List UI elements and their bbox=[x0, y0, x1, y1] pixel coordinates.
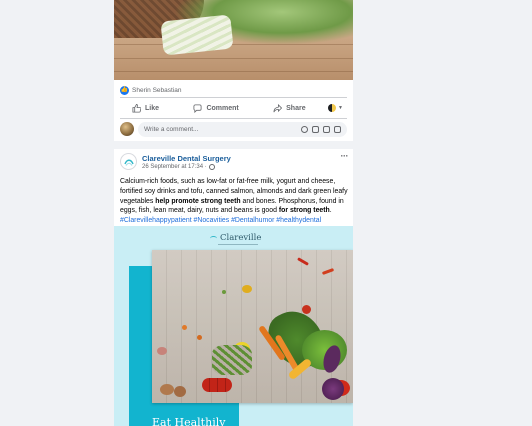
post-text-bold: help promote strong teeth bbox=[155, 197, 241, 205]
onion-veg bbox=[157, 347, 167, 355]
more-options-button[interactable]: ··· bbox=[341, 151, 349, 161]
post-photo[interactable] bbox=[114, 0, 353, 80]
feed-post-1: 👍 Sherin Sebastian Like Comment Share ▼ … bbox=[114, 0, 353, 141]
comment-label: Comment bbox=[206, 104, 239, 112]
promo-headline: Eat Healthily bbox=[152, 416, 226, 426]
hashtags[interactable]: #Clarevillehappypatient #Nocavities #Den… bbox=[120, 217, 321, 224]
pea-veg bbox=[222, 290, 226, 294]
like-label: Like bbox=[145, 104, 160, 112]
clareville-logo-icon bbox=[123, 159, 134, 166]
like-button[interactable]: Like bbox=[120, 103, 171, 113]
logo-tagline-line bbox=[218, 244, 258, 245]
comment-button[interactable]: Comment bbox=[181, 103, 250, 113]
comment-tools bbox=[301, 125, 341, 133]
reactor-name: Sherin Sebastian bbox=[132, 86, 182, 94]
emoji-icon[interactable] bbox=[301, 125, 308, 133]
post-text-bold: for strong teeth bbox=[278, 207, 330, 215]
potato-veg bbox=[174, 386, 186, 397]
feed-post-2: Clareville Dental Surgery 26 September a… bbox=[114, 149, 353, 426]
berry-veg bbox=[197, 335, 202, 340]
reactions-summary[interactable]: 👍 Sherin Sebastian bbox=[120, 84, 182, 96]
page-name[interactable]: Clareville Dental Surgery bbox=[142, 154, 231, 163]
chili-veg bbox=[321, 268, 335, 275]
comment-composer: Write a comment... bbox=[120, 121, 347, 137]
comment-input[interactable]: Write a comment... bbox=[138, 121, 347, 137]
post-text-part: . bbox=[329, 207, 332, 215]
share-icon bbox=[273, 103, 283, 112]
gif-icon[interactable] bbox=[323, 125, 330, 133]
tomatoes-veg bbox=[202, 378, 232, 392]
post-image[interactable]: Clareville Eat Healthily bbox=[114, 226, 353, 426]
promo-logo-text: Clareville bbox=[220, 233, 262, 243]
thumbs-up-icon bbox=[132, 103, 141, 113]
divider bbox=[120, 118, 347, 119]
potato-veg bbox=[160, 384, 174, 395]
comment-placeholder: Write a comment... bbox=[144, 125, 199, 133]
share-button[interactable]: Share bbox=[261, 103, 317, 113]
divider bbox=[120, 97, 347, 98]
pepper-veg bbox=[242, 285, 252, 293]
post-actions: Like Comment Share ▼ bbox=[120, 100, 347, 116]
promo-logo: Clareville bbox=[210, 233, 261, 243]
post-timestamp[interactable]: 26 September at 17:34 · bbox=[142, 164, 215, 170]
tomato-veg bbox=[302, 305, 311, 314]
post-text: Calcium-rich foods, such as low-fat or f… bbox=[120, 177, 349, 226]
stalks-image bbox=[160, 14, 234, 56]
berry-veg bbox=[182, 325, 187, 330]
logo-mark-icon bbox=[210, 235, 217, 241]
like-reaction-icon: 👍 bbox=[120, 85, 129, 95]
timestamp-text: 26 September at 17:34 · bbox=[142, 164, 207, 170]
wood-grain bbox=[114, 58, 353, 59]
beans-veg bbox=[212, 345, 252, 375]
globe-icon bbox=[208, 164, 215, 170]
chevron-down-icon: ▼ bbox=[338, 105, 343, 111]
red-cabbage-veg bbox=[322, 378, 344, 400]
chili-veg bbox=[297, 257, 309, 266]
share-label: Share bbox=[286, 104, 306, 112]
vegetables-photo bbox=[152, 250, 353, 403]
page-avatar-icon bbox=[328, 104, 337, 112]
wood-grain bbox=[114, 71, 353, 72]
sticker-icon[interactable] bbox=[334, 125, 341, 133]
camera-icon[interactable] bbox=[312, 125, 319, 133]
comment-icon bbox=[193, 103, 202, 113]
avatar[interactable] bbox=[120, 122, 134, 136]
page-avatar[interactable] bbox=[120, 153, 137, 170]
react-as-selector[interactable]: ▼ bbox=[328, 104, 347, 112]
